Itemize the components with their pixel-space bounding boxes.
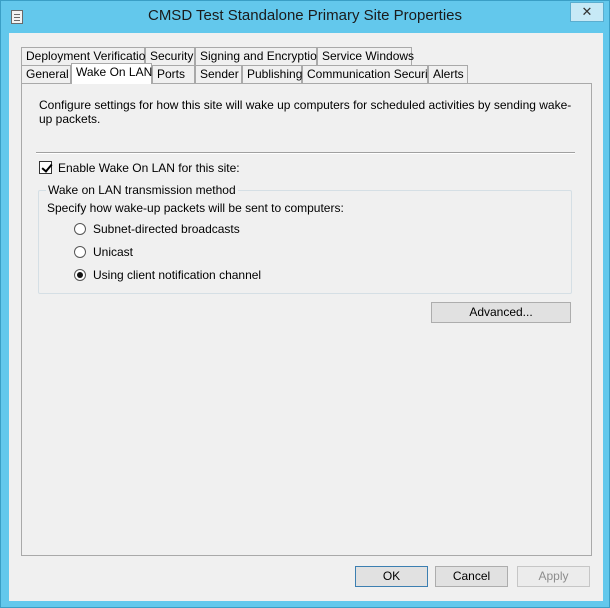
radio-selected-dot	[77, 272, 83, 278]
radio-button[interactable]	[74, 246, 86, 258]
ok-button[interactable]: OK	[355, 566, 428, 587]
tab-alerts[interactable]: Alerts	[428, 65, 468, 83]
title-bar: CMSD Test Standalone Primary Site Proper…	[1, 1, 609, 33]
wake-on-lan-panel: Configure settings for how this site wil…	[21, 83, 592, 556]
tab-signing-and-encryption[interactable]: Signing and Encryption	[195, 47, 323, 65]
checkbox-box[interactable]	[39, 161, 53, 174]
tab-publishing[interactable]: Publishing	[242, 65, 302, 83]
enable-wake-on-lan-label: Enable Wake On LAN for this site:	[58, 161, 240, 175]
advanced-button[interactable]: Advanced...	[431, 302, 571, 323]
panel-description: Configure settings for how this site wil…	[39, 98, 572, 126]
separator	[36, 152, 575, 154]
tab-security[interactable]: Security	[145, 47, 195, 65]
tab-sender[interactable]: Sender	[195, 65, 242, 83]
cancel-button[interactable]: Cancel	[435, 566, 508, 587]
close-button[interactable]: ✕	[570, 2, 604, 22]
tab-wake-on-lan[interactable]: Wake On LAN	[71, 63, 152, 84]
properties-dialog: CMSD Test Standalone Primary Site Proper…	[0, 0, 610, 608]
tab-ports[interactable]: Ports	[152, 65, 195, 83]
checkmark-icon	[41, 161, 53, 173]
group-description: Specify how wake-up packets will be sent…	[47, 201, 344, 215]
radio-label: Unicast	[93, 245, 134, 259]
tab-communication-security[interactable]: Communication Security	[302, 65, 437, 83]
tab-general[interactable]: General	[21, 65, 71, 83]
radio-button[interactable]	[74, 223, 86, 235]
apply-button[interactable]: Apply	[517, 566, 590, 587]
radio-button[interactable]	[74, 269, 86, 281]
tab-service-windows[interactable]: Service Windows	[317, 47, 414, 65]
radio-label: Using client notification channel	[93, 268, 262, 282]
transmission-method-group: Wake on LAN transmission method Specify …	[38, 183, 572, 294]
dialog-client-area: Deployment Verification Security Signing…	[9, 33, 603, 601]
group-title: Wake on LAN transmission method	[46, 183, 238, 197]
window-title: CMSD Test Standalone Primary Site Proper…	[147, 7, 463, 24]
radio-label: Subnet-directed broadcasts	[93, 222, 240, 236]
